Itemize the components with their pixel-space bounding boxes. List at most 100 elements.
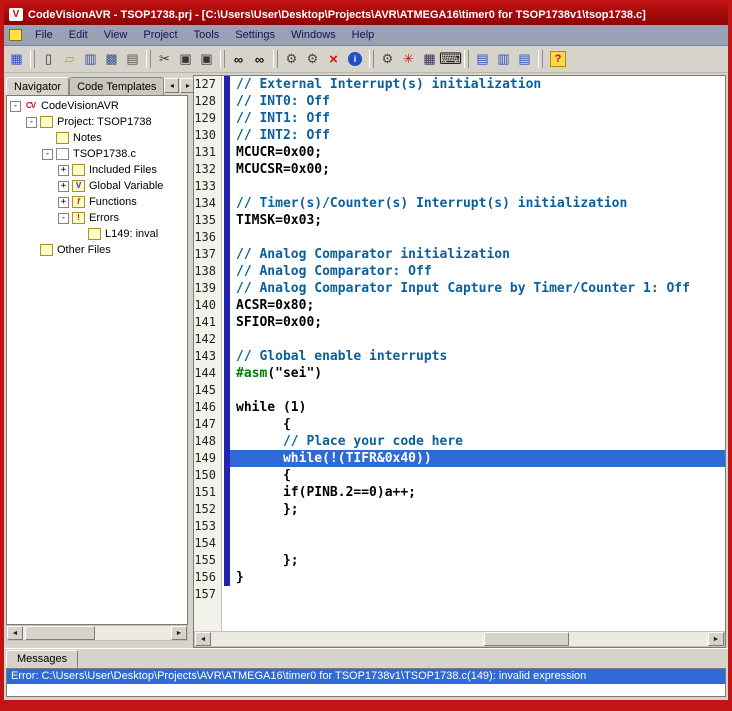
expander-icon[interactable]: + <box>58 181 69 192</box>
expander-icon[interactable]: - <box>58 213 69 224</box>
information-icon[interactable]: i <box>348 52 362 66</box>
tree-item-source-file[interactable]: - TSOP1738.c <box>7 146 187 162</box>
tree-item-errors[interactable]: - ! Errors <box>7 210 187 226</box>
tab-navigator[interactable]: Navigator <box>6 77 69 95</box>
paste-icon[interactable]: ▣ <box>196 49 217 70</box>
code-empty-area[interactable] <box>194 603 725 631</box>
code-line[interactable]: 144#asm("sei") <box>194 365 725 382</box>
tree-item-other-files[interactable]: Other Files <box>7 242 187 258</box>
editor-horizontal-scrollbar[interactable]: ◄ ► <box>194 631 725 647</box>
code-line[interactable]: 139// Analog Comparator Input Capture by… <box>194 280 725 297</box>
code-line[interactable]: 129// INT1: Off <box>194 110 725 127</box>
tab-messages[interactable]: Messages <box>6 650 78 668</box>
code-line[interactable]: 153 <box>194 518 725 535</box>
compile-icon[interactable]: ⚙ <box>281 49 302 70</box>
menu-settings[interactable]: Settings <box>227 26 283 44</box>
code-line[interactable]: 134// Timer(s)/Counter(s) Interrupt(s) i… <box>194 195 725 212</box>
menu-windows[interactable]: Windows <box>283 26 344 44</box>
save-all-icon[interactable]: ▩ <box>101 49 122 70</box>
scroll-left-icon[interactable]: ◄ <box>7 626 23 640</box>
code-line[interactable]: 147 { <box>194 416 725 433</box>
code-line[interactable]: 131MCUCR=0x00; <box>194 144 725 161</box>
menu-view[interactable]: View <box>96 26 136 44</box>
code-line[interactable]: 146while (1) <box>194 399 725 416</box>
menu-tools[interactable]: Tools <box>186 26 228 44</box>
tab-scroll-left-icon[interactable]: ◂ <box>164 78 179 93</box>
code-line[interactable]: 141SFIOR=0x00; <box>194 314 725 331</box>
print-icon[interactable]: ▤ <box>122 49 143 70</box>
cut-icon[interactable]: ✂ <box>154 49 175 70</box>
copy-icon[interactable]: ▣ <box>175 49 196 70</box>
messages-tab-row: Messages <box>4 649 728 668</box>
code-line[interactable]: 148 // Place your code here <box>194 433 725 450</box>
code-line-highlighted[interactable]: 149 while(!(TIFR&0x40)) <box>194 450 725 467</box>
scrollbar-track[interactable] <box>23 626 171 640</box>
workspace-icon[interactable]: ▦ <box>6 49 27 70</box>
find-next-icon[interactable]: ∞ <box>249 49 270 70</box>
code-line[interactable]: 145 <box>194 382 725 399</box>
view-memory-icon[interactable]: ▤ <box>514 49 535 70</box>
code-line[interactable]: 142 <box>194 331 725 348</box>
code-line[interactable]: 140ACSR=0x80; <box>194 297 725 314</box>
open-file-icon[interactable]: ▱ <box>59 49 80 70</box>
scroll-right-icon[interactable]: ► <box>171 626 187 640</box>
settings-icon[interactable]: ⚙ <box>377 49 398 70</box>
tree-item-included-files[interactable]: + Included Files <box>7 162 187 178</box>
menu-help[interactable]: Help <box>344 26 383 44</box>
code-line[interactable]: 143// Global enable interrupts <box>194 348 725 365</box>
scroll-right-icon[interactable]: ► <box>708 632 724 646</box>
terminal-icon[interactable]: ⌨ <box>440 49 461 70</box>
navigator-horizontal-scrollbar[interactable]: ◄ ► <box>6 625 188 641</box>
expander-icon[interactable]: - <box>26 117 37 128</box>
expander-icon[interactable]: - <box>42 149 53 160</box>
code-line[interactable]: 132MCUCSR=0x00; <box>194 161 725 178</box>
new-file-icon[interactable]: ▯ <box>38 49 59 70</box>
menu-file[interactable]: File <box>27 26 61 44</box>
mdi-child-icon[interactable] <box>9 29 22 41</box>
view-variables-icon[interactable]: ▤ <box>472 49 493 70</box>
menu-edit[interactable]: Edit <box>61 26 96 44</box>
code-line[interactable]: 154 <box>194 535 725 552</box>
expander-icon[interactable]: - <box>10 101 21 112</box>
tree-item-error-line[interactable]: L149: inval <box>7 226 187 242</box>
tree-item-codevisionavr[interactable]: - CV CodeVisionAVR <box>7 98 187 114</box>
tree-item-notes[interactable]: Notes <box>7 130 187 146</box>
code-line[interactable]: 128// INT0: Off <box>194 93 725 110</box>
code-line[interactable]: 136 <box>194 229 725 246</box>
scrollbar-thumb[interactable] <box>25 626 95 640</box>
stop-compilation-icon[interactable]: × <box>323 49 344 70</box>
code-line[interactable]: 127// External Interrupt(s) initializati… <box>194 76 725 93</box>
code-line[interactable]: 155 }; <box>194 552 725 569</box>
tree-item-global-variables[interactable]: + V Global Variable <box>7 178 187 194</box>
scrollbar-thumb[interactable] <box>484 632 569 646</box>
find-icon[interactable]: ∞ <box>228 49 249 70</box>
code-line[interactable]: 151 if(PINB.2==0)a++; <box>194 484 725 501</box>
debugger-icon[interactable]: ✳ <box>398 49 419 70</box>
error-message[interactable]: Error: C:\Users\User\Desktop\Projects\AV… <box>7 669 725 684</box>
code-line[interactable]: 157 <box>194 586 725 603</box>
build-all-icon[interactable]: ⚙ <box>302 49 323 70</box>
scrollbar-track[interactable] <box>211 632 708 646</box>
save-file-icon[interactable]: ▥ <box>80 49 101 70</box>
code-line[interactable]: 138// Analog Comparator: Off <box>194 263 725 280</box>
menu-project[interactable]: Project <box>135 26 185 44</box>
help-icon[interactable]: ? <box>550 51 566 67</box>
app-icon[interactable]: V <box>9 8 23 21</box>
tree-item-project[interactable]: - Project: TSOP1738 <box>7 114 187 130</box>
code-line[interactable]: 130// INT2: Off <box>194 127 725 144</box>
code-area[interactable]: 127// External Interrupt(s) initializati… <box>194 76 725 631</box>
titlebar[interactable]: V CodeVisionAVR - TSOP1738.prj - [C:\Use… <box>4 4 728 25</box>
tree-item-functions[interactable]: + f Functions <box>7 194 187 210</box>
code-line[interactable]: 133 <box>194 178 725 195</box>
chip-programmer-icon[interactable]: ▦ <box>419 49 440 70</box>
code-line[interactable]: 135TIMSK=0x03; <box>194 212 725 229</box>
scroll-left-icon[interactable]: ◄ <box>195 632 211 646</box>
code-line[interactable]: 137// Analog Comparator initialization <box>194 246 725 263</box>
tab-code-templates[interactable]: Code Templates <box>69 77 164 95</box>
code-line[interactable]: 156} <box>194 569 725 586</box>
expander-icon[interactable]: + <box>58 165 69 176</box>
code-line[interactable]: 152 }; <box>194 501 725 518</box>
view-registers-icon[interactable]: ▥ <box>493 49 514 70</box>
code-line[interactable]: 150 { <box>194 467 725 484</box>
expander-icon[interactable]: + <box>58 197 69 208</box>
